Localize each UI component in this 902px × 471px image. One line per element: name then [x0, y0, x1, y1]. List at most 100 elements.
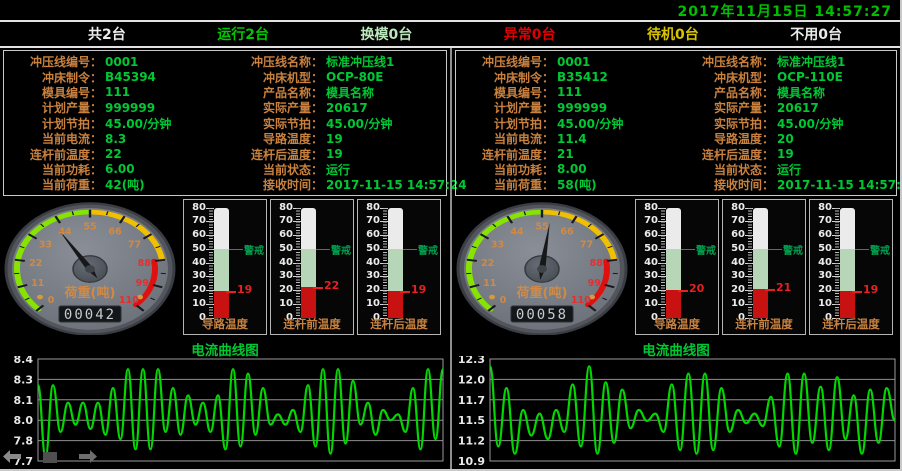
gauge-unit-label: 荷重(吨) — [516, 285, 568, 301]
thermo-tube — [301, 208, 316, 318]
info-value: 8.3 — [105, 132, 126, 146]
warn-label: 警戒 — [783, 242, 803, 257]
thermo-scale-label: 70 — [360, 215, 380, 226]
gauge-scale-label: 110 — [119, 294, 139, 305]
info-row: 当前状态：运行 — [676, 162, 896, 177]
thermo-minor-ticks — [661, 208, 665, 319]
thermo-minor-ticks — [748, 208, 752, 319]
thermo-value: 20 — [689, 282, 704, 295]
thermo-fill — [840, 291, 855, 317]
thermo-scale-label: 50 — [638, 243, 658, 254]
info-row: 冲床机型：OCP-80E — [225, 69, 446, 84]
thermo-scale-label: 20 — [273, 284, 293, 295]
thermo-scale-label: 60 — [273, 229, 293, 240]
thermometer: 01020304050607080警戒19连杆后温度 — [809, 199, 893, 335]
thermo-scale-label: 60 — [360, 229, 380, 240]
info-row: 计划节拍：45.00/分钟 — [4, 116, 225, 131]
thermo-fill — [301, 287, 316, 317]
status-item-1: 共2台 — [88, 24, 126, 44]
thermo-caption: 导路温度 — [636, 316, 718, 332]
info-row: 连杆后温度：19 — [225, 146, 446, 161]
info-row: 当前功耗：6.00 — [4, 162, 225, 177]
info-value: 20617 — [777, 101, 819, 115]
info-panel: 冲压线编号：0001冲床制令：B35412模具编号：111计划产量：999999… — [455, 50, 897, 196]
warn-line — [855, 249, 869, 250]
thermo-scale-label: 60 — [638, 229, 658, 240]
thermo-value-line — [765, 289, 775, 291]
warn-line — [403, 249, 417, 250]
thermo-scale-label: 10 — [186, 298, 206, 309]
thermo-scale-label: 70 — [186, 215, 206, 226]
thermo-minor-ticks — [383, 208, 387, 319]
y-tick-label: 8.0 — [14, 414, 34, 427]
load-gauge-dial: 0112233445566778899110荷重(吨)00042 — [2, 199, 178, 335]
thermo-scale-label: 30 — [360, 270, 380, 281]
warn-line — [316, 249, 330, 250]
thermometer: 01020304050607080警戒19连杆后温度 — [357, 199, 441, 335]
gauge-scale-label: 99 — [136, 277, 149, 288]
y-tick-label: 11.2 — [458, 434, 485, 447]
info-value: 58(吨) — [557, 176, 597, 193]
info-value: 19 — [777, 147, 794, 161]
chart-title: 电流曲线图 — [454, 339, 898, 356]
y-tick-label: 8.1 — [14, 393, 34, 406]
thermo-scale-label: 70 — [273, 215, 293, 226]
thermo-scale-label: 30 — [725, 270, 745, 281]
info-row: 计划节拍：45.00/分钟 — [456, 116, 676, 131]
y-tick-label: 12.3 — [458, 356, 485, 366]
nav-stop-icon[interactable] — [43, 451, 57, 463]
thermo-minor-ticks — [209, 208, 213, 319]
info-value: 运行 — [326, 161, 350, 178]
info-value: 45.00/分钟 — [557, 115, 623, 132]
current-chart-panel: 电流曲线图10.911.211.511.712.012.3 — [454, 339, 898, 470]
thermo-scale-label: 80 — [725, 202, 745, 213]
info-label: 当前荷重： — [456, 176, 554, 193]
thermo-scale-label: 30 — [812, 270, 832, 281]
info-column-right: 冲压线名称：标准冲压线1冲床机型：OCP-110E产品名称：模具名称实际产量：2… — [676, 54, 896, 193]
gauge-scale-label: 66 — [108, 226, 122, 237]
nav-back-icon[interactable] — [3, 450, 21, 463]
info-row: 接收时间：2017-11-15 14:57:24 — [225, 177, 446, 192]
info-value: B35412 — [557, 70, 608, 84]
title-bar: 2017年11月15日 14:57:27 — [0, 0, 900, 20]
info-row: 模具编号：111 — [4, 85, 225, 100]
thermo-scale-label: 70 — [638, 215, 658, 226]
info-value: 标准冲压线1 — [777, 53, 845, 70]
warn-label: 警戒 — [331, 242, 351, 257]
thermo-caption: 连杆前温度 — [271, 316, 353, 332]
thermo-scale-label: 10 — [638, 298, 658, 309]
gauge-scale-label: 88 — [590, 257, 604, 268]
clock: 2017年11月15日 14:57:27 — [678, 1, 892, 21]
current-wave-line — [38, 369, 443, 456]
info-label: 接收时间： — [225, 176, 323, 193]
status-item-2: 运行2台 — [217, 24, 269, 44]
info-row: 导路温度：19 — [225, 131, 446, 146]
thermo-value-line — [678, 290, 688, 292]
info-value: 8.00 — [557, 162, 587, 176]
thermo-scale-label: 50 — [273, 243, 293, 254]
thermo-scale-label: 40 — [360, 257, 380, 268]
thermo-value: 19 — [411, 283, 426, 296]
thermo-tube — [388, 208, 403, 318]
warn-label: 警戒 — [418, 242, 438, 257]
thermo-scale-label: 30 — [638, 270, 658, 281]
info-row: 实际产量：20617 — [225, 100, 446, 115]
nav-forward-icon[interactable] — [79, 450, 97, 463]
thermo-scale-label: 30 — [186, 270, 206, 281]
gauge-scale-label: 110 — [571, 294, 591, 305]
gauge-and-thermo-row: 0112233445566778899110荷重(吨)0005801020304… — [454, 199, 900, 337]
gauge-scale-label: 11 — [483, 277, 496, 288]
info-value: 45.00/分钟 — [326, 115, 392, 132]
machines-area: 冲压线编号：0001冲床制令：B45394模具编号：111计划产量：999999… — [0, 48, 900, 469]
gauge-scale-label: 22 — [29, 257, 42, 268]
thermo-caption: 连杆后温度 — [810, 316, 892, 332]
gauge-scale-label: 0 — [48, 294, 55, 305]
gauge-scale-label: 55 — [83, 221, 96, 232]
info-value: 999999 — [105, 101, 155, 115]
gauge-scale-label: 33 — [39, 239, 52, 250]
thermo-value-line — [400, 291, 410, 293]
status-bar: 共2台运行2台换模0台异常0台待机0台不用0台 — [0, 20, 900, 48]
info-column-left: 冲压线编号：0001冲床制令：B35412模具编号：111计划产量：999999… — [456, 54, 676, 193]
info-row: 冲压线编号：0001 — [456, 54, 676, 69]
gauge-scale-label: 77 — [580, 239, 593, 250]
